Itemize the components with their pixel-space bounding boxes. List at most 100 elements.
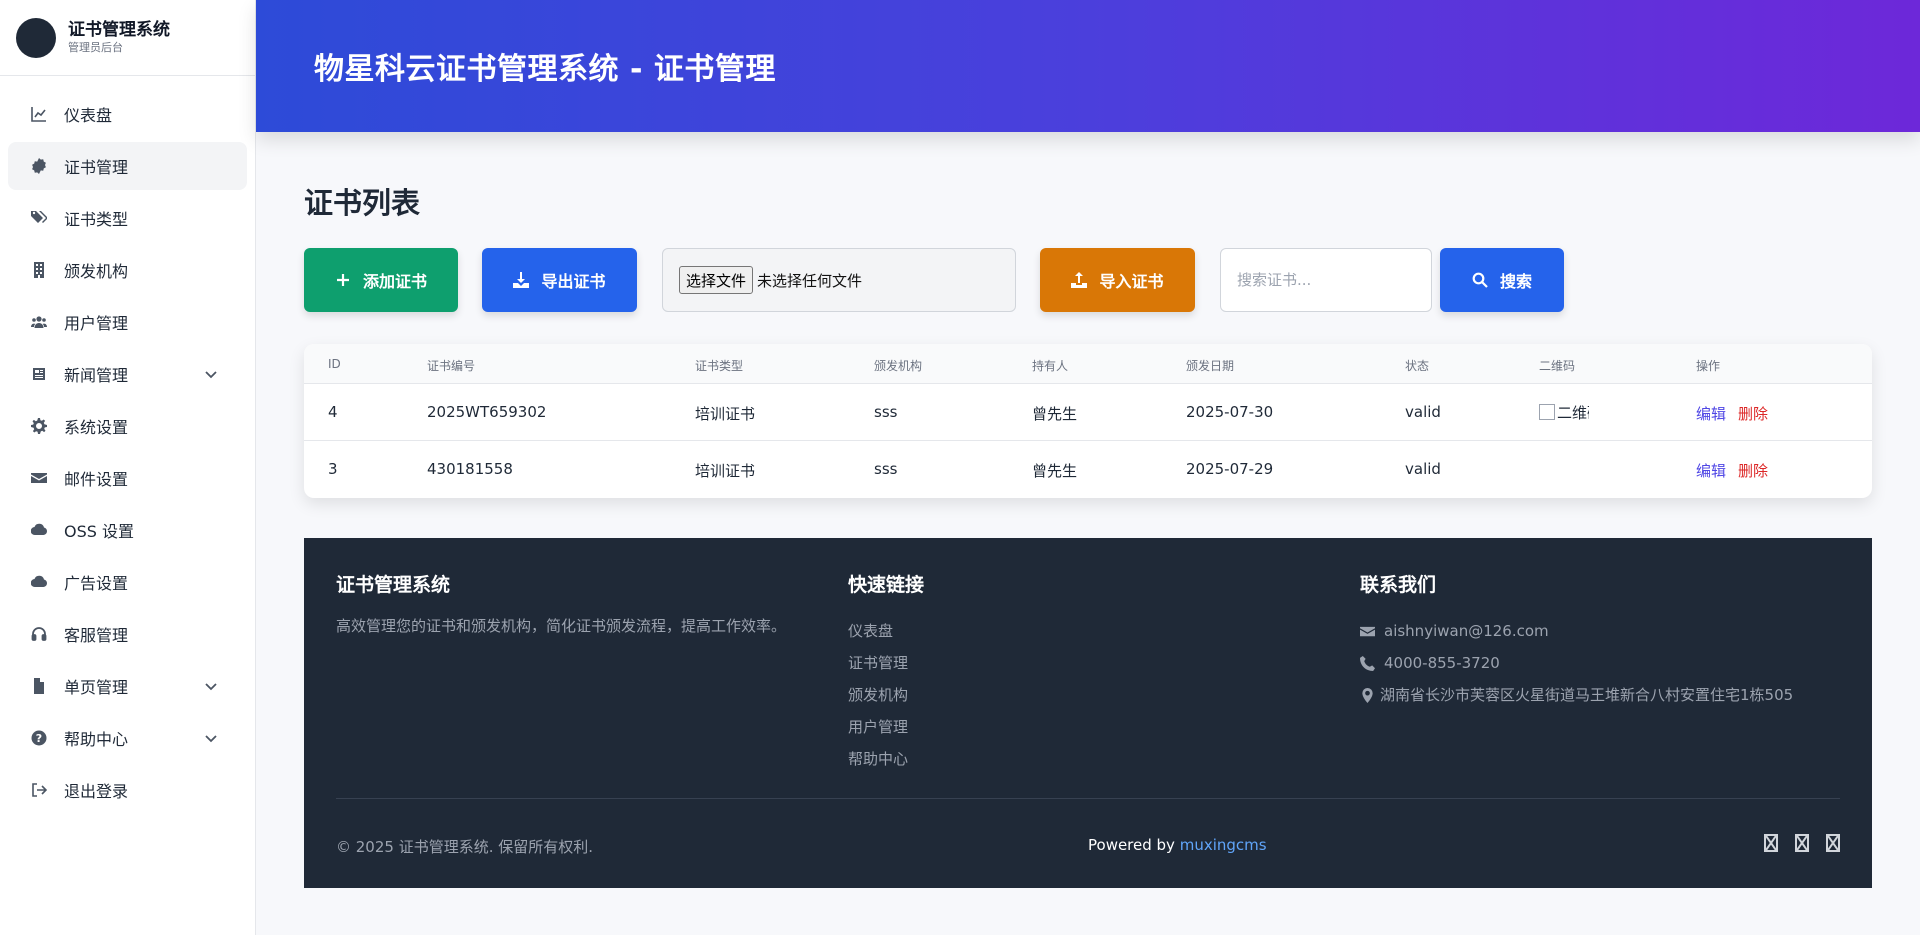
cell-actions: 编辑 删除	[1696, 460, 1768, 481]
chevron-down-icon[interactable]	[203, 730, 219, 746]
sidebar-item-news[interactable]: 新闻管理	[8, 350, 247, 398]
header-title: 物星科云证书管理系统 - 证书管理	[314, 52, 776, 87]
footer-link-help[interactable]: 帮助中心	[848, 743, 924, 775]
cell-actions: 编辑 删除	[1696, 403, 1768, 424]
sidebar-item-dashboard[interactable]: 仪表盘	[8, 90, 247, 138]
sidebar-item-customer-service[interactable]: 客服管理	[8, 610, 247, 658]
sidebar-item-label: 证书管理	[64, 158, 129, 177]
search-button[interactable]: 搜索	[1440, 248, 1564, 312]
footer-link-certificates[interactable]: 证书管理	[848, 647, 924, 679]
sidebar-item-users[interactable]: 用户管理	[8, 298, 247, 346]
footer-contact: 联系我们 aishnyiwan@126.com 4000-855-3720 湖南…	[1360, 570, 1793, 711]
brand: 证书管理系统 管理员后台	[0, 0, 255, 76]
sidebar: 证书管理系统 管理员后台 仪表盘 证书管理 证书类型 颁发机构 用户管理 新闻管…	[0, 0, 256, 935]
powered-by-prefix: Powered by	[1088, 836, 1180, 854]
social-missing-glyph-icon[interactable]	[1826, 834, 1840, 852]
footer-phone[interactable]: 4000-855-3720	[1360, 647, 1793, 679]
footer-phone-text: 4000-855-3720	[1384, 654, 1500, 672]
choose-file-button[interactable]: 选择文件	[679, 266, 754, 294]
sidebar-item-issuers[interactable]: 颁发机构	[8, 246, 247, 294]
page-title: 证书列表	[304, 186, 421, 220]
brand-subtitle: 管理员后台	[68, 40, 123, 54]
newspaper-icon	[30, 365, 48, 383]
sidebar-item-label: 客服管理	[64, 626, 129, 645]
footer-address: 湖南省长沙市芙蓉区火星街道马王堆新合八村安置住宅1栋505	[1360, 679, 1793, 711]
footer-divider	[336, 798, 1840, 799]
footer-about-heading: 证书管理系统	[336, 574, 451, 596]
edit-link[interactable]: 编辑	[1696, 405, 1726, 423]
chevron-down-icon[interactable]	[203, 366, 219, 382]
sidebar-item-label: 系统设置	[64, 418, 129, 437]
social-missing-glyph-icon[interactable]	[1795, 834, 1809, 852]
cell-issuer: sss	[874, 403, 898, 421]
footer-address-text: 湖南省长沙市芙蓉区火星街道马王堆新合八村安置住宅1栋505	[1380, 686, 1794, 704]
chevron-down-icon[interactable]	[203, 678, 219, 694]
search-label: 搜索	[1499, 272, 1532, 291]
search-input[interactable]	[1220, 248, 1432, 312]
footer-email[interactable]: aishnyiwan@126.com	[1360, 615, 1793, 647]
sidebar-item-certificates[interactable]: 证书管理	[8, 142, 247, 190]
export-certificate-button[interactable]: 导出证书	[482, 248, 637, 312]
footer-link-issuers[interactable]: 颁发机构	[848, 679, 924, 711]
certificate-icon	[30, 157, 48, 175]
cloud-icon	[30, 573, 48, 591]
footer-contact-heading: 联系我们	[1360, 574, 1437, 596]
cell-number: 430181558	[427, 460, 513, 478]
brand-title: 证书管理系统	[68, 19, 170, 40]
delete-link[interactable]: 删除	[1738, 405, 1768, 423]
powered-by-link[interactable]: muxingcms	[1180, 836, 1267, 854]
add-certificate-label: 添加证书	[362, 272, 427, 291]
sidebar-item-mail-settings[interactable]: 邮件设置	[8, 454, 247, 502]
table-row: 4 2025WT659302 培训证书 sss 曾先生 2025-07-30 v…	[304, 384, 1872, 441]
footer-copyright: © 2025 证书管理系统. 保留所有权利.	[336, 838, 594, 856]
file-input[interactable]: 选择文件 未选择任何文件	[662, 248, 1016, 312]
envelope-icon	[30, 469, 48, 487]
sidebar-item-label: 用户管理	[64, 314, 129, 333]
footer-link-users[interactable]: 用户管理	[848, 711, 924, 743]
phone-icon	[1360, 655, 1375, 671]
footer-powered-by: Powered by muxingcms	[1088, 836, 1267, 854]
upload-icon	[1071, 272, 1088, 288]
sidebar-item-label: 颁发机构	[64, 262, 129, 281]
delete-link[interactable]: 删除	[1738, 462, 1768, 480]
cell-type: 培训证书	[695, 462, 756, 480]
sidebar-item-logout[interactable]: 退出登录	[8, 766, 247, 814]
map-marker-icon	[1362, 687, 1373, 703]
question-circle-icon: ?	[30, 729, 48, 747]
sidebar-item-oss-settings[interactable]: OSS 设置	[8, 506, 247, 554]
sidebar-item-ad-settings[interactable]: 广告设置	[8, 558, 247, 606]
import-certificate-button[interactable]: 导入证书	[1040, 248, 1195, 312]
social-missing-glyph-icon[interactable]	[1764, 834, 1778, 852]
column-header-issuer: 颁发机构	[874, 359, 923, 373]
sidebar-item-cert-types[interactable]: 证书类型	[8, 194, 247, 242]
cell-number: 2025WT659302	[427, 403, 547, 421]
cell-status: valid	[1405, 403, 1441, 421]
cloud-icon	[30, 521, 48, 539]
sidebar-item-label: OSS 设置	[64, 522, 134, 541]
add-certificate-button[interactable]: 添加证书	[304, 248, 458, 312]
sidebar-item-label: 单页管理	[64, 678, 129, 697]
column-header-qrcode: 二维码	[1539, 359, 1576, 373]
sidebar-item-label: 帮助中心	[64, 730, 129, 749]
search-icon	[1472, 272, 1488, 288]
table-header: ID 证书编号 证书类型 颁发机构 持有人 颁发日期 状态 二维码 操作	[304, 344, 1872, 384]
headset-icon	[30, 625, 48, 643]
sidebar-item-help[interactable]: ? 帮助中心	[8, 714, 247, 762]
sidebar-item-label: 证书类型	[64, 210, 129, 229]
column-header-number: 证书编号	[427, 359, 476, 373]
plus-icon	[336, 274, 349, 286]
column-header-actions: 操作	[1696, 359, 1721, 373]
edit-link[interactable]: 编辑	[1696, 462, 1726, 480]
column-header-date: 颁发日期	[1186, 359, 1235, 373]
sign-out-icon	[30, 781, 48, 799]
qrcode-image: 二维码	[1539, 400, 1589, 424]
sidebar-item-system-settings[interactable]: 系统设置	[8, 402, 247, 450]
broken-image-icon	[1539, 404, 1555, 420]
column-header-type: 证书类型	[695, 359, 744, 373]
sidebar-item-pages[interactable]: 单页管理	[8, 662, 247, 710]
footer-link-dashboard[interactable]: 仪表盘	[848, 615, 924, 647]
cell-type: 培训证书	[695, 405, 756, 423]
footer-email-text: aishnyiwan@126.com	[1384, 622, 1549, 640]
cell-date: 2025-07-30	[1186, 403, 1274, 421]
qrcode-alt-text: 二维码	[1557, 403, 1589, 422]
